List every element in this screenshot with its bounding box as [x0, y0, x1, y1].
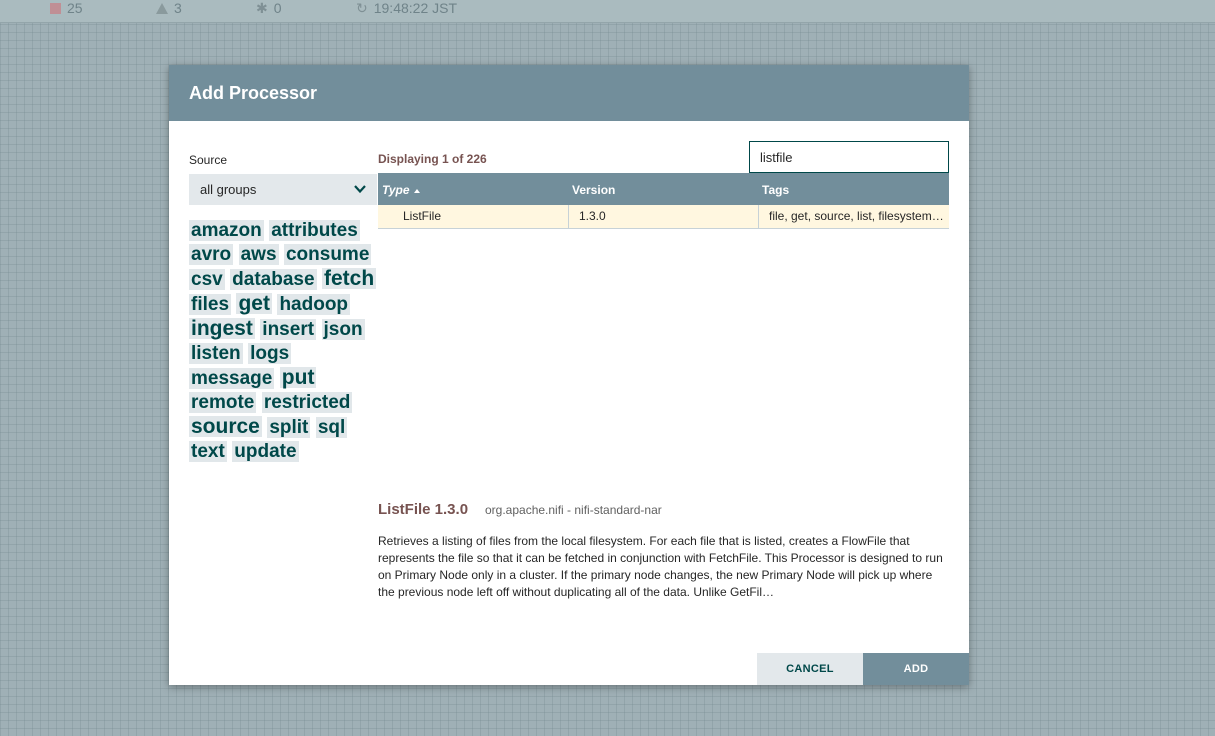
- tag-get[interactable]: get: [236, 293, 272, 314]
- chevron-down-icon: [354, 185, 366, 194]
- refresh-status: ↻ 19:48:22 JST: [356, 0, 457, 16]
- tag-csv[interactable]: csv: [189, 269, 225, 290]
- cancel-button[interactable]: CANCEL: [757, 653, 863, 685]
- tag-sql[interactable]: sql: [315, 417, 348, 438]
- add-button[interactable]: ADD: [863, 653, 969, 685]
- last-refreshed: 19:48:22 JST: [373, 0, 458, 16]
- tag-files[interactable]: files: [189, 294, 232, 315]
- tag-remote[interactable]: remote: [189, 392, 257, 413]
- tag-attributes[interactable]: attributes: [269, 220, 360, 241]
- processor-filter-input[interactable]: [749, 141, 949, 173]
- disabled-icon: ✱: [256, 0, 268, 16]
- invalid-count: 3: [174, 0, 182, 16]
- row-version: 1.3.0: [569, 205, 759, 228]
- tag-avro[interactable]: avro: [189, 244, 234, 265]
- tag-fetch[interactable]: fetch: [321, 268, 377, 289]
- sort-ascending-icon: [413, 188, 420, 193]
- tag-consume[interactable]: consume: [283, 244, 372, 265]
- dialog-title: Add Processor: [189, 83, 318, 103]
- tag-logs[interactable]: logs: [248, 343, 292, 364]
- stopped-count: 25: [67, 0, 83, 16]
- tag-insert[interactable]: insert: [260, 319, 317, 340]
- tag-ingest[interactable]: ingest: [189, 318, 255, 339]
- invalid-status: 3: [156, 0, 182, 16]
- type-column-header[interactable]: Type: [382, 183, 420, 197]
- source-label: Source: [189, 153, 228, 167]
- status-bar: 25 3 ✱ 0 ↻ 19:48:22 JST: [0, 0, 1215, 23]
- refresh-icon[interactable]: ↻: [356, 0, 368, 17]
- tag-source[interactable]: source: [189, 416, 262, 437]
- add-processor-dialog: Add Processor Source all groups amazon a…: [169, 65, 969, 685]
- dialog-header: Add Processor: [169, 65, 969, 121]
- table-header: Type Version Tags: [378, 173, 949, 205]
- processor-table: Type Version Tags ListFile 1.3.0 file, g…: [378, 173, 949, 229]
- processor-bundle: org.apache.nifi - nifi-standard-nar: [485, 503, 662, 517]
- warning-icon: [156, 2, 168, 14]
- processor-details-title: ListFile 1.3.0: [378, 501, 469, 518]
- tag-restricted[interactable]: restricted: [261, 392, 353, 413]
- stop-icon: [50, 2, 61, 14]
- source-value: all groups: [200, 182, 257, 197]
- source-select[interactable]: all groups: [189, 174, 377, 205]
- tag-split[interactable]: split: [267, 417, 311, 438]
- disabled-count: 0: [273, 0, 282, 16]
- row-tags: file, get, source, list, filesystem, ing…: [769, 209, 949, 223]
- tag-listen[interactable]: listen: [189, 343, 243, 364]
- tag-update[interactable]: update: [232, 441, 299, 462]
- tag-message[interactable]: message: [189, 368, 275, 389]
- type-header-label: Type: [382, 183, 410, 197]
- disabled-status: ✱ 0: [256, 0, 282, 16]
- row-type: ListFile: [378, 205, 569, 228]
- tag-aws[interactable]: aws: [238, 244, 279, 265]
- tag-hadoop[interactable]: hadoop: [277, 294, 351, 315]
- displaying-count: Displaying 1 of 226: [378, 152, 487, 166]
- tag-json[interactable]: json: [321, 319, 365, 340]
- tag-cloud: amazon attributes avro aws consume csv d…: [189, 220, 379, 465]
- tags-column-header[interactable]: Tags: [762, 183, 789, 197]
- tag-database[interactable]: database: [230, 269, 317, 290]
- version-column-header[interactable]: Version: [572, 183, 615, 197]
- tag-put[interactable]: put: [279, 367, 317, 388]
- stopped-status: 25: [50, 0, 83, 16]
- tag-text[interactable]: text: [189, 441, 227, 462]
- tag-amazon[interactable]: amazon: [189, 220, 264, 241]
- processor-description: Retrieves a listing of files from the lo…: [378, 534, 943, 599]
- table-row[interactable]: ListFile 1.3.0 file, get, source, list, …: [378, 205, 949, 229]
